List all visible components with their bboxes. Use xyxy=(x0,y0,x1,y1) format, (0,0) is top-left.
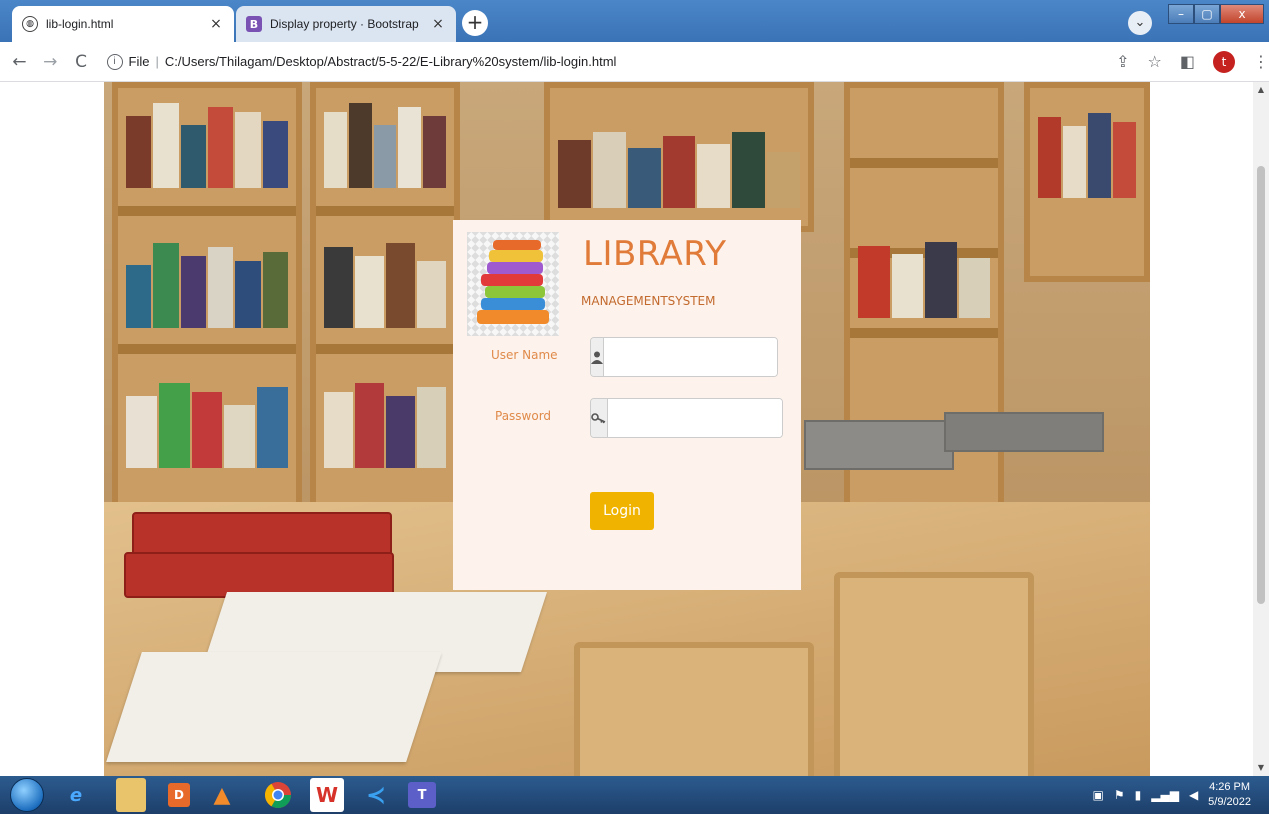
action-center-icon[interactable]: ⚑ xyxy=(1114,788,1125,802)
tab-title: lib-login.html xyxy=(46,17,114,31)
username-input[interactable] xyxy=(604,338,777,376)
file-explorer-icon[interactable] xyxy=(116,778,146,812)
back-arrow-icon[interactable]: ← xyxy=(8,52,31,72)
system-clock[interactable]: 4:26 PM 5/9/2022 xyxy=(1208,780,1251,810)
profile-avatar[interactable]: t xyxy=(1213,50,1236,73)
battery-icon[interactable]: ▮ xyxy=(1135,788,1142,802)
bootstrap-icon: B xyxy=(246,16,262,32)
clock-time: 4:26 PM xyxy=(1209,781,1251,793)
password-label: Password xyxy=(495,409,552,423)
clock-date: 5/9/2022 xyxy=(1208,796,1251,808)
tab-close-icon[interactable]: × xyxy=(208,16,224,32)
side-panel-icon[interactable]: ◧ xyxy=(1180,52,1195,71)
info-icon[interactable]: i xyxy=(106,53,123,70)
bookshelf-back xyxy=(544,82,814,232)
login-card: LIBRARY MANAGEMENTSYSTEM User Name Passw… xyxy=(453,220,801,590)
bookshelf-far-right xyxy=(1024,82,1150,282)
tab-title: Display property · Bootstrap xyxy=(270,17,419,31)
chair xyxy=(834,572,1034,776)
globe-icon: ◍ xyxy=(22,16,38,32)
vlc-icon[interactable]: ▲ xyxy=(198,778,246,812)
book-stack-logo xyxy=(467,232,559,336)
wps-office-icon[interactable]: W xyxy=(310,778,344,812)
url-scheme: File xyxy=(128,54,150,69)
tab-bootstrap-docs[interactable]: B Display property · Bootstrap × xyxy=(236,6,456,42)
network-icon[interactable]: ▣ xyxy=(1093,788,1104,802)
browser-toolbar: ← → C i File | C:/Users/Thilagam/Desktop… xyxy=(0,42,1269,82)
username-field xyxy=(590,337,778,377)
internet-explorer-icon[interactable]: e xyxy=(52,778,100,812)
storage-box xyxy=(944,412,1104,452)
system-tray: ▣ ⚑ ▮ ▂▄▆ ◀ 4:26 PM 5/9/2022 xyxy=(1093,780,1269,810)
key-icon xyxy=(591,399,608,437)
login-button[interactable]: Login xyxy=(590,492,654,530)
scroll-down-arrow-icon[interactable]: ▼ xyxy=(1253,760,1269,776)
tab-search-button[interactable]: ⌄ xyxy=(1128,11,1152,35)
bookshelf-middle-left xyxy=(310,82,460,512)
user-icon xyxy=(591,338,604,376)
tab-lib-login[interactable]: ◍ lib-login.html × xyxy=(12,6,234,42)
teams-icon[interactable]: T xyxy=(408,782,436,808)
username-label: User Name xyxy=(491,348,558,362)
address-bar[interactable]: i File | C:/Users/Thilagam/Desktop/Abstr… xyxy=(106,47,1097,77)
windows-taskbar: e D ▲ W ≺ T ▣ ⚑ ▮ ▂▄▆ ◀ 4:26 PM 5/9/2022 xyxy=(0,776,1269,814)
url-text[interactable]: C:/Users/Thilagam/Desktop/Abstract/5-5-2… xyxy=(165,54,617,69)
scroll-up-arrow-icon[interactable]: ▲ xyxy=(1253,82,1269,98)
window-controls: – ▢ x xyxy=(1168,4,1264,24)
new-tab-button[interactable]: + xyxy=(462,10,488,36)
url-separator: | xyxy=(155,54,159,69)
tab-close-icon[interactable]: × xyxy=(430,16,446,32)
vscode-icon[interactable]: ≺ xyxy=(352,778,400,812)
maximize-button[interactable]: ▢ xyxy=(1194,4,1220,24)
storage-box xyxy=(804,420,954,470)
toolbar-actions: ⇪ ☆ ◧ t ⋮ xyxy=(1116,50,1269,73)
start-button[interactable] xyxy=(10,778,44,812)
bookshelf-left xyxy=(112,82,302,512)
library-title: LIBRARY xyxy=(583,234,727,274)
window-close-button[interactable]: x xyxy=(1220,4,1264,24)
password-field xyxy=(590,398,783,438)
volume-icon[interactable]: ◀ xyxy=(1189,788,1198,802)
page-viewport: LIBRARY MANAGEMENTSYSTEM User Name Passw… xyxy=(0,82,1253,776)
red-book xyxy=(132,512,392,556)
library-subtitle: MANAGEMENTSYSTEM xyxy=(581,294,716,308)
page-scrollbar[interactable]: ▲ ▼ xyxy=(1253,82,1269,776)
menu-kebab-icon[interactable]: ⋮ xyxy=(1253,52,1269,71)
minimize-button[interactable]: – xyxy=(1168,4,1194,24)
open-book xyxy=(106,652,442,762)
signal-icon[interactable]: ▂▄▆ xyxy=(1151,788,1179,802)
reload-icon[interactable]: C xyxy=(70,52,93,72)
browser-tab-strip: ◍ lib-login.html × B Display property · … xyxy=(0,0,1269,42)
chair xyxy=(574,642,814,776)
scroll-thumb[interactable] xyxy=(1257,166,1265,604)
chrome-icon[interactable] xyxy=(254,778,302,812)
password-input[interactable] xyxy=(608,399,782,437)
share-icon[interactable]: ⇪ xyxy=(1116,52,1129,71)
forward-arrow-icon[interactable]: → xyxy=(39,52,62,72)
media-player-icon[interactable]: D xyxy=(168,783,190,807)
bookmark-star-icon[interactable]: ☆ xyxy=(1148,52,1162,71)
